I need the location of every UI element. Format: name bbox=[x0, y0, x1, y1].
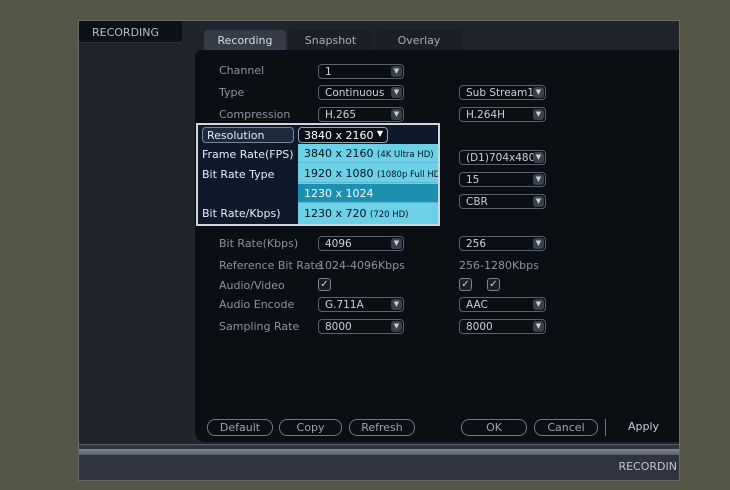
sub-bitrate-type-value: CBR bbox=[466, 196, 488, 208]
status-bar-label: RECORDIN bbox=[618, 460, 677, 473]
option-sub: (720 HD) bbox=[370, 210, 409, 220]
sub-resolution-select[interactable]: (D1)704x480 ▼ bbox=[459, 150, 546, 165]
cancel-button[interactable]: Cancel bbox=[534, 419, 598, 436]
chevron-down-icon: ▼ bbox=[533, 87, 544, 98]
apply-button[interactable]: Apply bbox=[605, 419, 679, 436]
tab-snapshot[interactable]: Snapshot bbox=[288, 30, 373, 50]
resolution-option-1920x1080[interactable]: 1920 x 1080 (1080p Full HD bbox=[298, 164, 438, 183]
sub-resolution-value: (D1)704x480 bbox=[466, 152, 536, 164]
tab-recording[interactable]: Recording bbox=[204, 30, 286, 50]
chevron-down-icon: ▼ bbox=[533, 321, 544, 332]
sub-audio-video-checkbox-2[interactable]: ✓ bbox=[487, 278, 500, 291]
sub-stream-select[interactable]: Sub Stream1 ▼ bbox=[459, 85, 546, 100]
bitrate-kbps-label: Bit Rate/Kbps) bbox=[202, 207, 281, 220]
resolution-option-1230x1024[interactable]: 1230 x 1024 bbox=[298, 184, 438, 203]
sub-compression-value: H.264H bbox=[466, 109, 505, 121]
check-icon: ✓ bbox=[489, 279, 498, 290]
sub-bitrate-value: 256 bbox=[466, 238, 487, 250]
check-icon: ✓ bbox=[320, 279, 329, 290]
check-icon: ✓ bbox=[461, 279, 470, 290]
option-main: 3840 x 2160 bbox=[304, 147, 374, 160]
option-main: 1230 x 1024 bbox=[304, 187, 374, 200]
option-main: 1920 x 1080 bbox=[304, 167, 374, 180]
compression-label: Compression bbox=[219, 108, 291, 121]
resolution-option-3840x2160[interactable]: 3840 x 2160 (4K Ultra HD) bbox=[298, 144, 438, 163]
sampling-rate-value: 8000 bbox=[325, 321, 352, 333]
channel-select[interactable]: 1 ▼ bbox=[318, 64, 404, 79]
compression-select[interactable]: H.265 ▼ bbox=[318, 107, 404, 122]
chevron-down-icon: ▼ bbox=[533, 299, 544, 310]
resolution-option-1230x720[interactable]: 1230 x 720 (720 HD) bbox=[298, 204, 438, 223]
reference-bitrate-value: 1024-4096Kbps bbox=[318, 259, 405, 272]
audio-video-checkbox[interactable]: ✓ bbox=[318, 278, 331, 291]
sub-bitrate-select[interactable]: 256 ▼ bbox=[459, 236, 546, 251]
resolution-select[interactable]: 3840 x 2160 ▼ bbox=[298, 127, 388, 143]
resolution-popup: Resolution 3840 x 2160 ▼ Frame Rate(FPS)… bbox=[196, 123, 440, 226]
type-select[interactable]: Continuous ▼ bbox=[318, 85, 404, 100]
channel-label: Channel bbox=[219, 64, 265, 77]
chevron-down-icon: ▼ bbox=[533, 109, 544, 120]
option-sub: (4K Ultra HD) bbox=[377, 150, 434, 160]
sampling-rate-select[interactable]: 8000 ▼ bbox=[318, 319, 404, 334]
recording-window: RECORDING Recording Snapshot Overlay Cha… bbox=[78, 20, 680, 481]
ok-button[interactable]: OK bbox=[461, 419, 527, 436]
chevron-down-icon: ▼ bbox=[391, 321, 402, 332]
sampling-rate-label: Sampling Rate bbox=[219, 320, 300, 333]
option-sub: (1080p Full HD bbox=[377, 170, 438, 180]
status-bar: RECORDIN bbox=[79, 444, 679, 480]
reference-bitrate-label: Reference Bit Rate bbox=[219, 259, 322, 272]
sub-fps-value: 15 bbox=[466, 174, 480, 186]
chevron-down-icon: ▼ bbox=[376, 129, 383, 138]
chevron-down-icon: ▼ bbox=[391, 238, 402, 249]
default-button[interactable]: Default bbox=[207, 419, 273, 436]
sub-reference-bitrate-value: 256-1280Kbps bbox=[459, 259, 539, 272]
resolution-dropdown-list: 3840 x 2160 (4K Ultra HD) 1920 x 1080 (1… bbox=[298, 144, 438, 224]
sub-audio-video-checkbox-1[interactable]: ✓ bbox=[459, 278, 472, 291]
option-main: 1230 x 720 bbox=[304, 207, 367, 220]
chevron-down-icon: ▼ bbox=[391, 299, 402, 310]
settings-panel: Channel 1 ▼ Type Continuous ▼ Sub Stream… bbox=[195, 50, 679, 442]
sub-audio-encode-value: AAC bbox=[466, 299, 488, 311]
sub-bitrate-type-select[interactable]: CBR ▼ bbox=[459, 194, 546, 209]
chevron-down-icon: ▼ bbox=[391, 87, 402, 98]
tab-overlay[interactable]: Overlay bbox=[375, 30, 463, 50]
sub-stream-value: Sub Stream1 bbox=[466, 87, 534, 99]
chevron-down-icon: ▼ bbox=[533, 152, 544, 163]
window-title: RECORDING bbox=[79, 21, 182, 43]
sub-compression-select[interactable]: H.264H ▼ bbox=[459, 107, 546, 122]
channel-value: 1 bbox=[325, 66, 332, 78]
copy-button[interactable]: Copy bbox=[279, 419, 342, 436]
bitrate-select[interactable]: 4096 ▼ bbox=[318, 236, 404, 251]
audio-encode-select[interactable]: G.711A ▼ bbox=[318, 297, 404, 312]
status-strip bbox=[79, 449, 679, 455]
bitrate-type-label: Bit Rate Type bbox=[202, 168, 275, 181]
chevron-down-icon: ▼ bbox=[391, 66, 402, 77]
audio-encode-label: Audio Encode bbox=[219, 298, 295, 311]
sub-sampling-rate-value: 8000 bbox=[466, 321, 493, 333]
type-label: Type bbox=[219, 86, 245, 99]
bitrate-label: Bit Rate(Kbps) bbox=[219, 237, 299, 250]
resolution-value: 3840 x 2160 bbox=[304, 129, 374, 142]
sub-fps-select[interactable]: 15 ▼ bbox=[459, 172, 546, 187]
sub-audio-encode-select[interactable]: AAC ▼ bbox=[459, 297, 546, 312]
audio-encode-value: G.711A bbox=[325, 299, 364, 311]
audio-video-label: Audio/Video bbox=[219, 279, 285, 292]
sub-sampling-rate-select[interactable]: 8000 ▼ bbox=[459, 319, 546, 334]
chevron-down-icon: ▼ bbox=[533, 174, 544, 185]
bitrate-value: 4096 bbox=[325, 238, 352, 250]
compression-value: H.265 bbox=[325, 109, 357, 121]
resolution-label: Resolution bbox=[207, 129, 265, 142]
type-value: Continuous bbox=[325, 87, 385, 99]
chevron-down-icon: ▼ bbox=[533, 238, 544, 249]
tab-bar: Recording Snapshot Overlay bbox=[204, 30, 465, 50]
chevron-down-icon: ▼ bbox=[391, 109, 402, 120]
chevron-down-icon: ▼ bbox=[533, 196, 544, 207]
fps-label: Frame Rate(FPS) bbox=[202, 148, 294, 161]
refresh-button[interactable]: Refresh bbox=[349, 419, 415, 436]
resolution-label-box: Resolution bbox=[202, 127, 294, 143]
